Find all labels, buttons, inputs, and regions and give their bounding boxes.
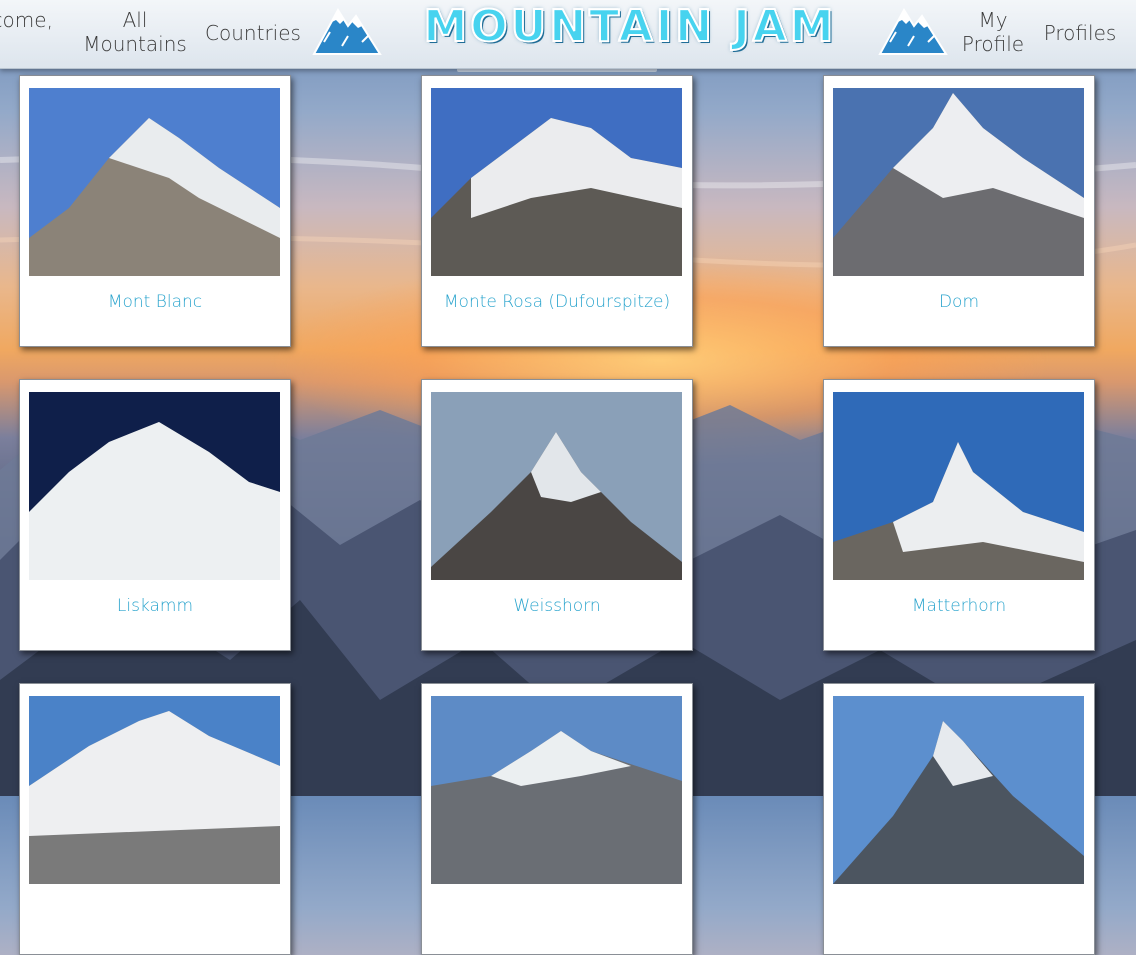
mountain-name-link[interactable]: Weisshorn (422, 596, 692, 616)
mountain-card-grid: Mont Blanc Monte Rosa (Dufourspitze) Dom Li… (0, 0, 1136, 955)
mountain-photo[interactable] (29, 696, 280, 884)
mountain-card[interactable]: Weisshorn (421, 379, 693, 651)
nav-welcome-link[interactable]: lcome, e (0, 8, 53, 56)
nav-all-mountains-line2: Mountains (83, 32, 187, 56)
mountain-photo[interactable] (431, 696, 682, 884)
mountain-photo-image (833, 696, 1084, 884)
mountain-photo-image (431, 696, 682, 884)
mountain-card[interactable] (421, 683, 693, 955)
logo-text: MOUNTAIN JAM (422, 0, 837, 53)
mountain-photo[interactable] (29, 392, 280, 580)
mountain-logo-icon (878, 8, 948, 55)
mountain-card[interactable]: Dom (823, 75, 1095, 347)
mountain-card[interactable] (823, 683, 1095, 955)
nav-welcome-line1: lcome, (0, 8, 53, 32)
mountain-photo-image (29, 88, 280, 276)
navbar: lcome, e All Mountains Countries MOUNTAI… (0, 0, 1136, 69)
mountain-card[interactable]: Mont Blanc (19, 75, 291, 347)
mountain-photo-image (833, 392, 1084, 580)
nav-countries-link[interactable]: Countries (200, 21, 306, 45)
mountain-card[interactable]: Matterhorn (823, 379, 1095, 651)
mountain-photo-image (29, 392, 280, 580)
mountain-photo[interactable] (431, 392, 682, 580)
nav-my-profile-link[interactable]: My Profile (955, 8, 1031, 56)
mountain-photo[interactable] (431, 88, 682, 276)
mountain-name-link[interactable]: Dom (824, 292, 1094, 312)
nav-profiles-link[interactable]: Profiles (1038, 21, 1122, 45)
mountain-photo-image (431, 392, 682, 580)
mountain-photo-image (29, 696, 280, 884)
mountain-card[interactable] (19, 683, 291, 955)
mountain-photo[interactable] (833, 696, 1084, 884)
mountain-name-link[interactable]: Matterhorn (824, 596, 1094, 616)
nav-all-mountains-line1: All (122, 8, 148, 32)
mountain-card[interactable]: Monte Rosa (Dufourspitze) (421, 75, 693, 347)
mountain-photo[interactable] (833, 88, 1084, 276)
mountain-photo[interactable] (833, 392, 1084, 580)
mountain-photo-image (833, 88, 1084, 276)
nav-my-profile-line1: My (978, 8, 1008, 32)
mountain-name-link[interactable]: Mont Blanc (20, 292, 290, 312)
mountain-name-link[interactable]: Monte Rosa (Dufourspitze) (422, 292, 692, 312)
nav-welcome-line2: e (0, 32, 53, 56)
mountain-logo-icon (312, 8, 382, 55)
nav-my-profile-line2: Profile (961, 32, 1025, 56)
mountain-photo-image (431, 88, 682, 276)
mountain-card[interactable]: Liskamm (19, 379, 291, 651)
nav-all-mountains-link[interactable]: All Mountains (80, 8, 190, 56)
mountain-jam-logo[interactable]: MOUNTAIN JAM (312, 0, 948, 58)
mountain-photo[interactable] (29, 88, 280, 276)
mountain-name-link[interactable]: Liskamm (20, 596, 290, 616)
